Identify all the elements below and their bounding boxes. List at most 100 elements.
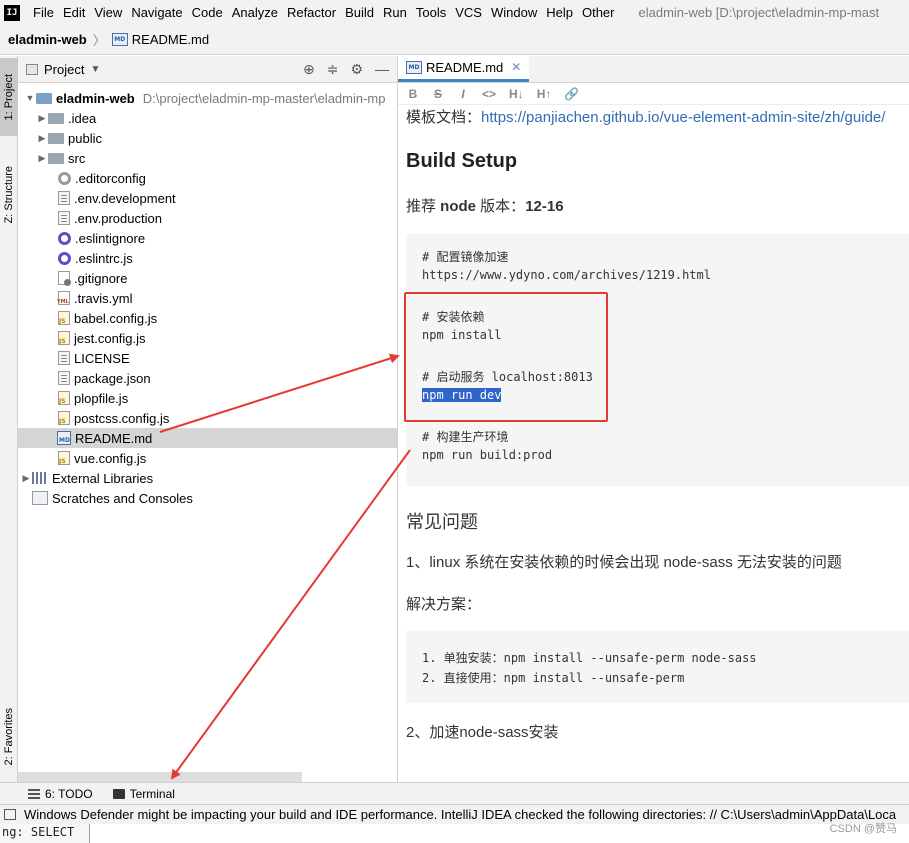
menu-bar: IJ File Edit View Navigate Code Analyze … (0, 0, 909, 25)
tree-item[interactable]: postcss.config.js (18, 408, 397, 428)
menu-help[interactable]: Help (543, 5, 579, 20)
locate-icon[interactable]: ⊕ (303, 61, 315, 78)
tab-readme[interactable]: MD README.md ✕ (398, 56, 530, 82)
tree-item[interactable]: vue.config.js (18, 448, 397, 468)
status-message[interactable]: Windows Defender might be impacting your… (24, 807, 896, 822)
menu-refactor[interactable]: Refactor (284, 5, 342, 20)
tree-item[interactable]: .gitignore (18, 268, 397, 288)
window-title: eladmin-web [D:\project\eladmin-mp-mast (638, 5, 880, 20)
tree-item[interactable]: .eslintrc.js (18, 248, 397, 268)
template-link[interactable]: https://panjiachen.github.io/vue-element… (481, 109, 885, 126)
annotation-highlight-box (404, 292, 608, 422)
tree-item[interactable]: ▶ src (18, 148, 397, 168)
menu-vcs[interactable]: VCS (452, 5, 488, 20)
menu-navigate[interactable]: Navigate (128, 5, 188, 20)
menu-analyze[interactable]: Analyze (229, 5, 284, 20)
tree-item[interactable]: jest.config.js (18, 328, 397, 348)
tree-item[interactable]: ▶ public (18, 128, 397, 148)
tool-tab-structure[interactable]: Z: Structure (0, 150, 18, 240)
breadcrumb-file[interactable]: README.md (132, 32, 209, 47)
markdown-file-icon (57, 431, 71, 445)
tree-item[interactable]: plopfile.js (18, 388, 397, 408)
code-line: 2. 直接使用：npm install --unsafe-perm (422, 671, 685, 685)
close-icon[interactable]: ✕ (511, 60, 521, 74)
italic-icon[interactable]: I (457, 87, 469, 101)
minimize-icon[interactable]: — (375, 61, 389, 78)
expand-arrow-icon[interactable]: ▶ (36, 113, 48, 124)
project-panel-title[interactable]: Project (44, 62, 84, 77)
notification-icon[interactable] (4, 809, 16, 820)
expand-arrow-icon[interactable]: ▶ (20, 473, 32, 484)
tool-tab-terminal[interactable]: Terminal (112, 786, 175, 801)
js-file-icon (58, 331, 70, 345)
tree-item[interactable]: .editorconfig (18, 168, 397, 188)
terminal-icon (112, 788, 125, 799)
tree-root[interactable]: ▼ eladmin-web D:\project\eladmin-mp-mast… (18, 88, 397, 108)
tree-item-selected[interactable]: README.md (18, 428, 397, 448)
collapse-icon[interactable]: ≑ (327, 61, 339, 78)
link-icon[interactable]: 🔗 (564, 87, 579, 101)
breadcrumb-separator: 〉 (92, 33, 106, 48)
tree-item-label: .env.development (74, 190, 176, 206)
menu-edit[interactable]: Edit (60, 5, 91, 20)
faq-item-2: 2、加速node-sass安装 (406, 724, 559, 741)
menu-window[interactable]: Window (488, 5, 543, 20)
gear-icon[interactable]: ⚙ (350, 61, 363, 78)
tree-item[interactable]: package.json (18, 368, 397, 388)
project-panel: Project ▼ ⊕ ≑ ⚙ — ▼ eladmin-web D:\proje… (18, 56, 398, 782)
tree-root-path: D:\project\eladmin-mp-master\eladmin-mp (142, 90, 386, 106)
code-line: https://www.ydyno.com/archives/1219.html (422, 268, 711, 282)
strikethrough-icon[interactable]: S (432, 87, 444, 101)
tree-item[interactable]: LICENSE (18, 348, 397, 368)
menu-build[interactable]: Build (342, 5, 380, 20)
editor-tab-bar: MD README.md ✕ (398, 56, 909, 83)
horizontal-scrollbar[interactable] (18, 772, 302, 782)
menu-other[interactable]: Other (579, 5, 621, 20)
solution-label: 解决方案： (406, 596, 482, 613)
bold-icon[interactable]: B (407, 87, 419, 101)
yml-file-icon (57, 291, 70, 305)
markdown-preview: 模板文档：https://panjiachen.github.io/vue-el… (398, 106, 909, 782)
bottom-tool-stripe: 6: TODO Terminal (0, 782, 909, 804)
expand-arrow-icon[interactable]: ▶ (36, 133, 48, 144)
tree-item[interactable]: ▶ .idea (18, 108, 397, 128)
tree-item-label: .idea (68, 110, 97, 126)
code-icon[interactable]: <> (482, 87, 496, 101)
menu-code[interactable]: Code (189, 5, 229, 20)
expand-arrow-icon[interactable]: ▶ (36, 153, 48, 164)
breadcrumb-project[interactable]: eladmin-web (8, 32, 87, 47)
menu-run[interactable]: Run (380, 5, 413, 20)
folder-icon (48, 133, 64, 144)
eslint-icon (58, 231, 71, 245)
tree-item-label: plopfile.js (74, 390, 129, 406)
tree-item[interactable]: .env.development (18, 188, 397, 208)
heading-up-icon[interactable]: H↑ (537, 87, 552, 101)
tool-tab-project[interactable]: 1: Project (0, 58, 18, 136)
code-line: 1. 单独安装：npm install --unsafe-perm node-s… (422, 651, 757, 665)
tree-item[interactable]: .eslintignore (18, 228, 397, 248)
expand-arrow-icon[interactable]: ▼ (24, 93, 36, 103)
chevron-down-icon[interactable]: ▼ (90, 64, 100, 75)
tree-item[interactable]: .travis.yml (18, 288, 397, 308)
tool-tab-todo[interactable]: 6: TODO (28, 787, 93, 801)
left-tool-stripe: 1: Project Z: Structure 2: Favorites (0, 56, 18, 782)
intellij-logo-icon: IJ (4, 4, 20, 21)
tree-external-libraries[interactable]: ▶ External Libraries (18, 468, 397, 488)
tree-item[interactable]: babel.config.js (18, 308, 397, 328)
menu-file[interactable]: File (30, 5, 60, 20)
menu-view[interactable]: View (91, 5, 128, 20)
tree-item-label: External Libraries (52, 470, 154, 486)
tool-tab-structure-label: Z: Structure (3, 166, 15, 224)
node-text-mid: 版本： (476, 198, 526, 215)
build-setup-heading: Build Setup (406, 150, 518, 172)
tool-tab-terminal-label: Terminal (129, 786, 175, 801)
menu-tools[interactable]: Tools (413, 5, 452, 20)
tree-item-label: .eslintrc.js (75, 250, 133, 266)
template-label: 模板文档： (406, 109, 482, 126)
tool-tab-favorites[interactable]: 2: Favorites (0, 692, 18, 782)
tree-item-label: .travis.yml (74, 290, 133, 306)
tree-scratches[interactable]: Scratches and Consoles (18, 488, 397, 508)
heading-down-icon[interactable]: H↓ (509, 87, 524, 101)
tree-item[interactable]: .env.production (18, 208, 397, 228)
js-file-icon (58, 451, 70, 465)
